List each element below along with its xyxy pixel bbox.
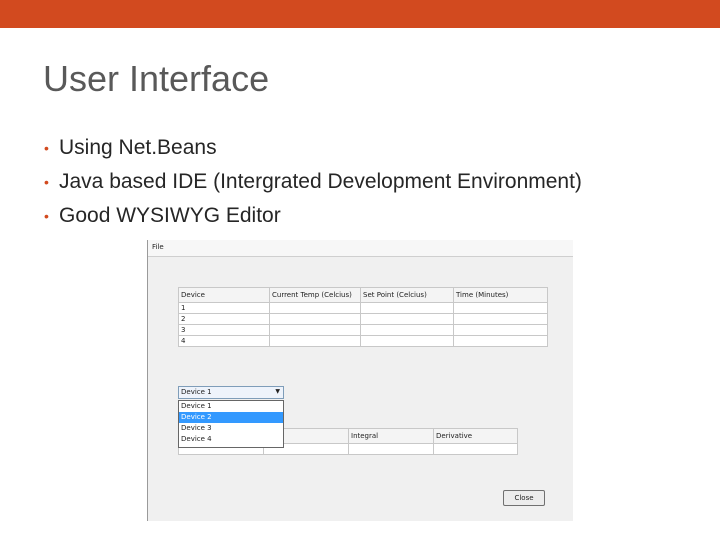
bullet-list: • Using Net.Beans • Java based IDE (Interg… <box>44 131 582 233</box>
table-cell[interactable]: 2 <box>178 313 270 325</box>
device-select-dropdown: Device 1 Device 2 Device 3 Device 4 <box>178 400 284 448</box>
table-cell[interactable] <box>269 302 361 314</box>
bullet-icon: • <box>44 140 49 156</box>
dropdown-option[interactable]: Device 1 <box>179 401 283 412</box>
column-header[interactable]: Time (Minutes) <box>453 287 548 303</box>
table-row[interactable]: 1 <box>178 302 548 314</box>
table-cell[interactable]: 3 <box>178 324 270 336</box>
bullet-item: • Java based IDE (Intergrated Development… <box>44 165 582 199</box>
table-cell[interactable] <box>269 335 361 347</box>
table-cell[interactable] <box>360 302 454 314</box>
bullet-item: • Using Net.Beans <box>44 131 582 165</box>
column-header[interactable]: Set Point (Celcius) <box>360 287 454 303</box>
bullet-icon: • <box>44 208 49 224</box>
column-header[interactable]: Device <box>178 287 270 303</box>
table-cell[interactable] <box>453 324 548 336</box>
table-cell[interactable] <box>360 313 454 325</box>
table-cell[interactable] <box>453 335 548 347</box>
device-table: Device Current Temp (Celcius) Set Point … <box>178 287 548 347</box>
table-cell[interactable] <box>433 443 518 455</box>
table-cell[interactable] <box>269 324 361 336</box>
bullet-text: Good WYSIWYG Editor <box>59 204 281 227</box>
table-cell[interactable] <box>453 313 548 325</box>
table-cell[interactable] <box>269 313 361 325</box>
dropdown-option-highlighted[interactable]: Device 2 <box>179 412 283 423</box>
table-cell[interactable]: 4 <box>178 335 270 347</box>
column-header[interactable]: Derivative <box>433 428 518 444</box>
table-cell[interactable] <box>348 443 434 455</box>
table-cell[interactable]: 1 <box>178 302 270 314</box>
column-header[interactable]: Current Temp (Celcius) <box>269 287 361 303</box>
table-cell[interactable] <box>360 324 454 336</box>
table-header-row: Device Current Temp (Celcius) Set Point … <box>178 287 548 303</box>
table-cell[interactable] <box>453 302 548 314</box>
menu-bar: File <box>148 240 573 257</box>
bullet-icon: • <box>44 174 49 190</box>
table-row[interactable]: 2 <box>178 313 548 325</box>
column-header[interactable]: Integral <box>348 428 434 444</box>
close-button[interactable]: Close <box>503 490 545 506</box>
table-row[interactable]: 3 <box>178 324 548 336</box>
bullet-item: • Good WYSIWYG Editor <box>44 199 582 233</box>
table-cell[interactable] <box>360 335 454 347</box>
bullet-text: Java based IDE (Intergrated Development … <box>59 170 582 193</box>
slide-title: User Interface <box>43 58 270 99</box>
app-window-screenshot: File Device Current Temp (Celcius) Set P… <box>147 240 573 521</box>
accent-bar <box>0 0 720 28</box>
dropdown-option[interactable]: Device 3 <box>179 423 283 434</box>
menu-file[interactable]: File <box>152 243 164 251</box>
table-row[interactable]: 4 <box>178 335 548 347</box>
device-select-value: Device 1 <box>181 388 212 396</box>
dropdown-option[interactable]: Device 4 <box>179 434 283 445</box>
device-select[interactable]: Device 1 ▼ <box>178 386 284 399</box>
bullet-text: Using Net.Beans <box>59 136 217 159</box>
chevron-down-icon[interactable]: ▼ <box>275 388 280 395</box>
